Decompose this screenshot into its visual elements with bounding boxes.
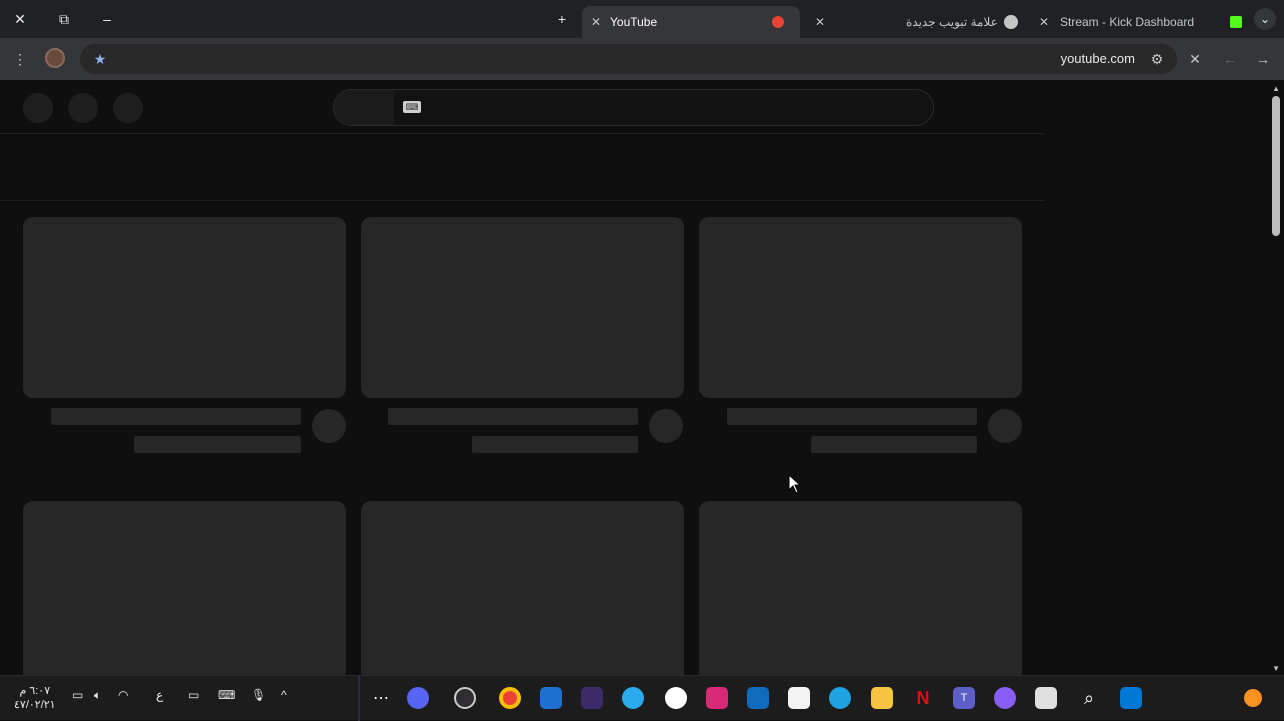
placeholder-circle bbox=[23, 93, 53, 123]
video-thumbnail-skeleton bbox=[361, 501, 684, 675]
kick-icon bbox=[1230, 16, 1242, 28]
touch-keyboard-icon[interactable]: ⌨ bbox=[218, 688, 235, 702]
teams-icon[interactable]: T bbox=[953, 687, 975, 709]
microsoft-store-icon[interactable] bbox=[788, 687, 810, 709]
app-window-icon[interactable] bbox=[540, 687, 562, 709]
bookmark-star-icon[interactable]: ★ bbox=[92, 51, 108, 67]
title-line-skeleton bbox=[388, 408, 638, 425]
tab-search-chevron-icon[interactable]: ⌄ bbox=[1254, 8, 1276, 30]
window-minimize-icon[interactable]: – bbox=[95, 7, 119, 31]
discord-icon[interactable] bbox=[407, 687, 429, 709]
show-hidden-icons-chevron[interactable]: ^ bbox=[281, 688, 287, 702]
browser-toolbar: ⋮ ★ youtube.com ⚙ ✕ ← → bbox=[0, 38, 1284, 80]
keyboard-icon[interactable]: ⌨ bbox=[403, 101, 421, 113]
tab-youtube[interactable]: ✕ YouTube bbox=[582, 6, 800, 38]
meta-line-skeleton bbox=[472, 436, 638, 453]
tab-kick-dashboard[interactable]: ✕ Stream - Kick Dashboard bbox=[1034, 6, 1244, 38]
task-view-icon[interactable] bbox=[1035, 687, 1057, 709]
battery-icon[interactable]: ▭ bbox=[72, 688, 83, 702]
system-clock[interactable]: ٦:٠٧ م ٤٧/٠٢/٢١ bbox=[14, 684, 56, 712]
title-line-skeleton bbox=[51, 408, 301, 425]
scroll-thumb[interactable] bbox=[1272, 96, 1280, 236]
tab-title: Stream - Kick Dashboard bbox=[1060, 15, 1195, 29]
copilot-notification-icon[interactable] bbox=[1244, 689, 1262, 707]
forward-icon[interactable]: → bbox=[1255, 50, 1271, 68]
window-restore-icon[interactable]: ⧉ bbox=[52, 7, 76, 31]
microphone-icon[interactable]: 🎙︎ bbox=[251, 688, 266, 702]
tab-title: علامة تبويب جديدة bbox=[906, 15, 998, 29]
page-scrollbar[interactable]: ▲ ▼ bbox=[1268, 80, 1284, 675]
close-tab-icon[interactable]: ✕ bbox=[812, 15, 828, 29]
tab-new-tab[interactable]: ✕ علامة تبويب جديدة bbox=[808, 6, 1022, 38]
wifi-icon[interactable]: ◠ bbox=[118, 688, 128, 702]
channel-avatar-skeleton bbox=[312, 409, 346, 443]
whatsapp-icon[interactable] bbox=[665, 687, 687, 709]
tab-title: YouTube bbox=[610, 15, 658, 29]
edge-icon[interactable] bbox=[829, 687, 851, 709]
video-thumbnail-skeleton bbox=[699, 501, 1022, 675]
new-tab-button[interactable]: + bbox=[550, 7, 574, 31]
video-thumbnail-skeleton bbox=[699, 217, 1022, 398]
file-explorer-icon[interactable] bbox=[871, 687, 893, 709]
video-thumbnail-skeleton bbox=[361, 217, 684, 398]
volume-icon[interactable]: 🔈︎ bbox=[94, 688, 101, 703]
search-icon[interactable]: ⌕ bbox=[1078, 687, 1100, 709]
search-box-skeleton[interactable]: ⌨ bbox=[333, 89, 934, 126]
stop-loading-icon[interactable]: ✕ bbox=[1187, 50, 1203, 68]
title-line-skeleton bbox=[727, 408, 977, 425]
chrome-taskbar-icon[interactable] bbox=[499, 687, 521, 709]
scroll-up-icon[interactable]: ▲ bbox=[1272, 84, 1280, 93]
obs-icon[interactable] bbox=[454, 687, 476, 709]
chips-row-skeleton bbox=[0, 135, 1044, 201]
close-tab-icon[interactable]: ✕ bbox=[1036, 15, 1052, 29]
mouse-cursor-icon bbox=[788, 474, 802, 494]
more-apps-icon[interactable]: ⋯ bbox=[370, 687, 392, 709]
placeholder-circle bbox=[68, 93, 98, 123]
clock-date: ٤٧/٠٢/٢١ bbox=[14, 699, 56, 711]
outlook-icon[interactable] bbox=[747, 687, 769, 709]
chrome-icon bbox=[1003, 15, 1018, 29]
window-close-icon[interactable]: ✕ bbox=[8, 7, 32, 31]
omnibox[interactable]: ★ youtube.com ⚙ bbox=[80, 44, 1177, 74]
input-language[interactable]: ع bbox=[156, 688, 163, 702]
site-settings-icon[interactable]: ⚙ bbox=[1149, 51, 1165, 67]
instagram-icon[interactable] bbox=[706, 687, 728, 709]
copilot-icon[interactable] bbox=[994, 687, 1016, 709]
scroll-down-icon[interactable]: ▼ bbox=[1272, 664, 1280, 673]
back-icon[interactable]: ← bbox=[1222, 50, 1238, 68]
video-thumbnail-skeleton bbox=[23, 501, 346, 675]
channel-avatar-skeleton bbox=[988, 409, 1022, 443]
meta-line-skeleton bbox=[811, 436, 977, 453]
netflix-icon[interactable]: N bbox=[912, 687, 934, 709]
profile-avatar[interactable] bbox=[45, 48, 65, 68]
telegram-icon[interactable] bbox=[622, 687, 644, 709]
clock-time: ٦:٠٧ م bbox=[19, 685, 51, 697]
youtube-masthead-skeleton: ⌨ bbox=[0, 80, 1044, 134]
youtube-page: ⌨ ▲ ▼ bbox=[0, 80, 1284, 675]
channel-avatar-skeleton bbox=[649, 409, 683, 443]
recording-indicator-icon bbox=[772, 16, 784, 28]
streaming-app-icon[interactable] bbox=[581, 687, 603, 709]
placeholder-circle bbox=[113, 93, 143, 123]
url-text: youtube.com bbox=[1060, 51, 1135, 66]
menu-icon[interactable]: ⋮ bbox=[12, 50, 28, 68]
pen-menu-icon[interactable]: ▭ bbox=[188, 688, 199, 702]
tab-strip: ✕ ⧉ – + ✕ YouTube ✕ علامة تبويب جديدة ✕ … bbox=[0, 0, 1284, 38]
windows-taskbar: ٦:٠٧ م ٤٧/٠٢/٢١ ▭ 🔈︎ ◠ ع ▭ ⌨ 🎙︎ ^ ⋯ N T … bbox=[0, 675, 1284, 721]
start-windows-icon[interactable] bbox=[1120, 687, 1142, 709]
meta-line-skeleton bbox=[134, 436, 301, 453]
close-tab-icon[interactable]: ✕ bbox=[588, 15, 604, 29]
video-thumbnail-skeleton bbox=[23, 217, 346, 398]
